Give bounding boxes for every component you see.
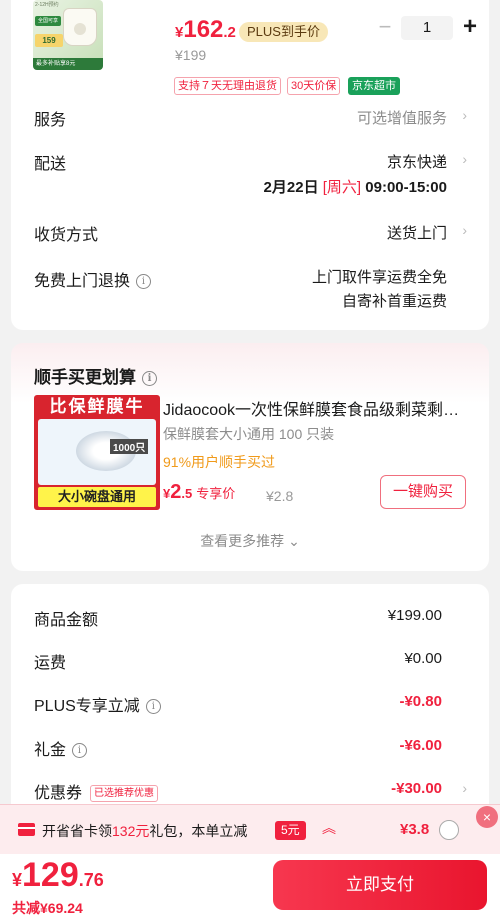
promo-price: ¥3.8: [400, 821, 430, 838]
quantity-plus-button[interactable]: +: [459, 14, 481, 40]
recommendation-product-name[interactable]: Jidaocook一次性保鲜膜套食品级剩菜剩饭专用: [163, 396, 469, 420]
order-info-card: 2-12H预约 全国可享 159 最多补贴享8元 ¥162.2 PLUS到手价 …: [11, 0, 489, 330]
delivery-value[interactable]: 京东快递: [387, 151, 447, 172]
recommendation-spec: 保鲜膜套大小通用 100 只装: [163, 426, 335, 442]
close-icon[interactable]: ×: [476, 806, 498, 828]
info-icon[interactable]: i: [142, 371, 157, 386]
one-click-buy-button[interactable]: 一键购买: [380, 475, 466, 509]
receive-method-value[interactable]: 送货上门: [387, 222, 447, 243]
delivery-label: 配送: [34, 156, 67, 173]
image-footer-text: 大小碗盘通用: [38, 487, 156, 507]
service-value[interactable]: 可选增值服务: [357, 107, 447, 128]
thumb-label: 2-12H预约: [35, 2, 59, 8]
plus-price-badge: PLUS到手价: [239, 22, 328, 42]
free-return-line2: 自寄补首重运费: [341, 293, 447, 310]
recommendation-old-price: ¥2.8: [266, 488, 294, 504]
goods-amount-value: ¥199.00: [387, 607, 442, 624]
promo-radio[interactable]: [439, 820, 459, 840]
info-icon[interactable]: i: [145, 699, 161, 714]
chevron-right-icon[interactable]: ›: [462, 222, 467, 238]
free-return-line1: 上门取件享运费全免: [311, 269, 447, 286]
free-return-label: 免费上门退换 i: [34, 267, 152, 291]
rice-cooker-image: [63, 8, 97, 46]
product-thumbnail[interactable]: 2-12H预约 全国可享 159 最多补贴享8元: [33, 0, 103, 70]
pay-now-button[interactable]: 立即支付: [273, 860, 487, 910]
goods-amount-label: 商品金额: [34, 612, 99, 629]
thumb-label: 最多补贴享8元: [33, 58, 103, 70]
coupon-selected-badge: 已选推荐优惠: [90, 785, 159, 802]
chevron-right-icon[interactable]: ›: [462, 107, 467, 123]
original-price: ¥199: [175, 47, 207, 63]
total-price: ¥129.76: [12, 856, 104, 894]
image-body: 1000只: [38, 419, 156, 485]
chevron-right-icon[interactable]: ›: [462, 151, 467, 167]
thumb-label: 159: [35, 34, 63, 47]
recommendation-title: 顺手买更划算 i: [34, 363, 157, 388]
shipping-value: ¥0.00: [404, 650, 442, 667]
checkout-bar: ¥129.76 共减¥69.24 立即支付: [0, 854, 500, 924]
see-more-recommendations[interactable]: 查看更多推荐 ⌄: [11, 531, 489, 551]
jd-supermarket-badge: 京东超市: [348, 77, 400, 95]
coupon-value[interactable]: -¥30.00: [391, 780, 442, 797]
quantity-minus-button[interactable]: −: [374, 16, 396, 39]
receive-method-label: 收货方式: [34, 227, 99, 244]
image-header-text: 比保鲜膜牛: [49, 397, 145, 416]
card-icon: [18, 823, 35, 836]
promo-text: 开省省卡领132元礼包，本单立减: [42, 823, 248, 839]
info-icon[interactable]: i: [72, 743, 88, 758]
savings-card-promo-bar[interactable]: 开省省卡领132元礼包，本单立减 5元 ︽ ¥3.8: [0, 804, 500, 854]
return-policy-badge: 支持７天无理由退货: [174, 77, 281, 95]
quantity-input[interactable]: 1: [401, 16, 453, 40]
shipping-label: 运费: [34, 655, 67, 672]
image-count-label: 1000只: [110, 439, 149, 454]
gift-money-label: 礼金 i: [34, 736, 88, 760]
price-protect-badge: 30天价保: [287, 77, 341, 95]
delivery-time[interactable]: 2月22日 [周六] 09:00-15:00: [264, 176, 447, 197]
recommendation-buy-rate: 91%用户顺手买过: [163, 454, 276, 470]
gift-money-value: -¥6.00: [399, 737, 442, 754]
plus-discount-label: PLUS专享立减 i: [34, 692, 161, 716]
recommendation-card: 顺手买更划算 i 比保鲜膜牛 1000只 大小碗盘通用 Jidaocook一次性保…: [11, 343, 489, 571]
plus-discount-value: -¥0.80: [399, 693, 442, 710]
chevron-up-icon[interactable]: ︽: [322, 818, 336, 838]
service-label: 服务: [34, 112, 67, 129]
product-price: ¥162.2: [175, 16, 236, 43]
recommendation-product-image[interactable]: 比保鲜膜牛 1000只 大小碗盘通用: [34, 395, 160, 510]
thumb-label: 全国可享: [35, 16, 61, 26]
recommendation-price: ¥2.5 专享价: [163, 481, 236, 503]
chevron-right-icon[interactable]: ›: [462, 780, 467, 796]
discount-chip: 5元: [275, 821, 306, 840]
info-icon[interactable]: i: [136, 274, 152, 289]
coupon-label: 优惠券 已选推荐优惠: [34, 779, 159, 803]
total-saved: 共减¥69.24: [12, 900, 83, 916]
